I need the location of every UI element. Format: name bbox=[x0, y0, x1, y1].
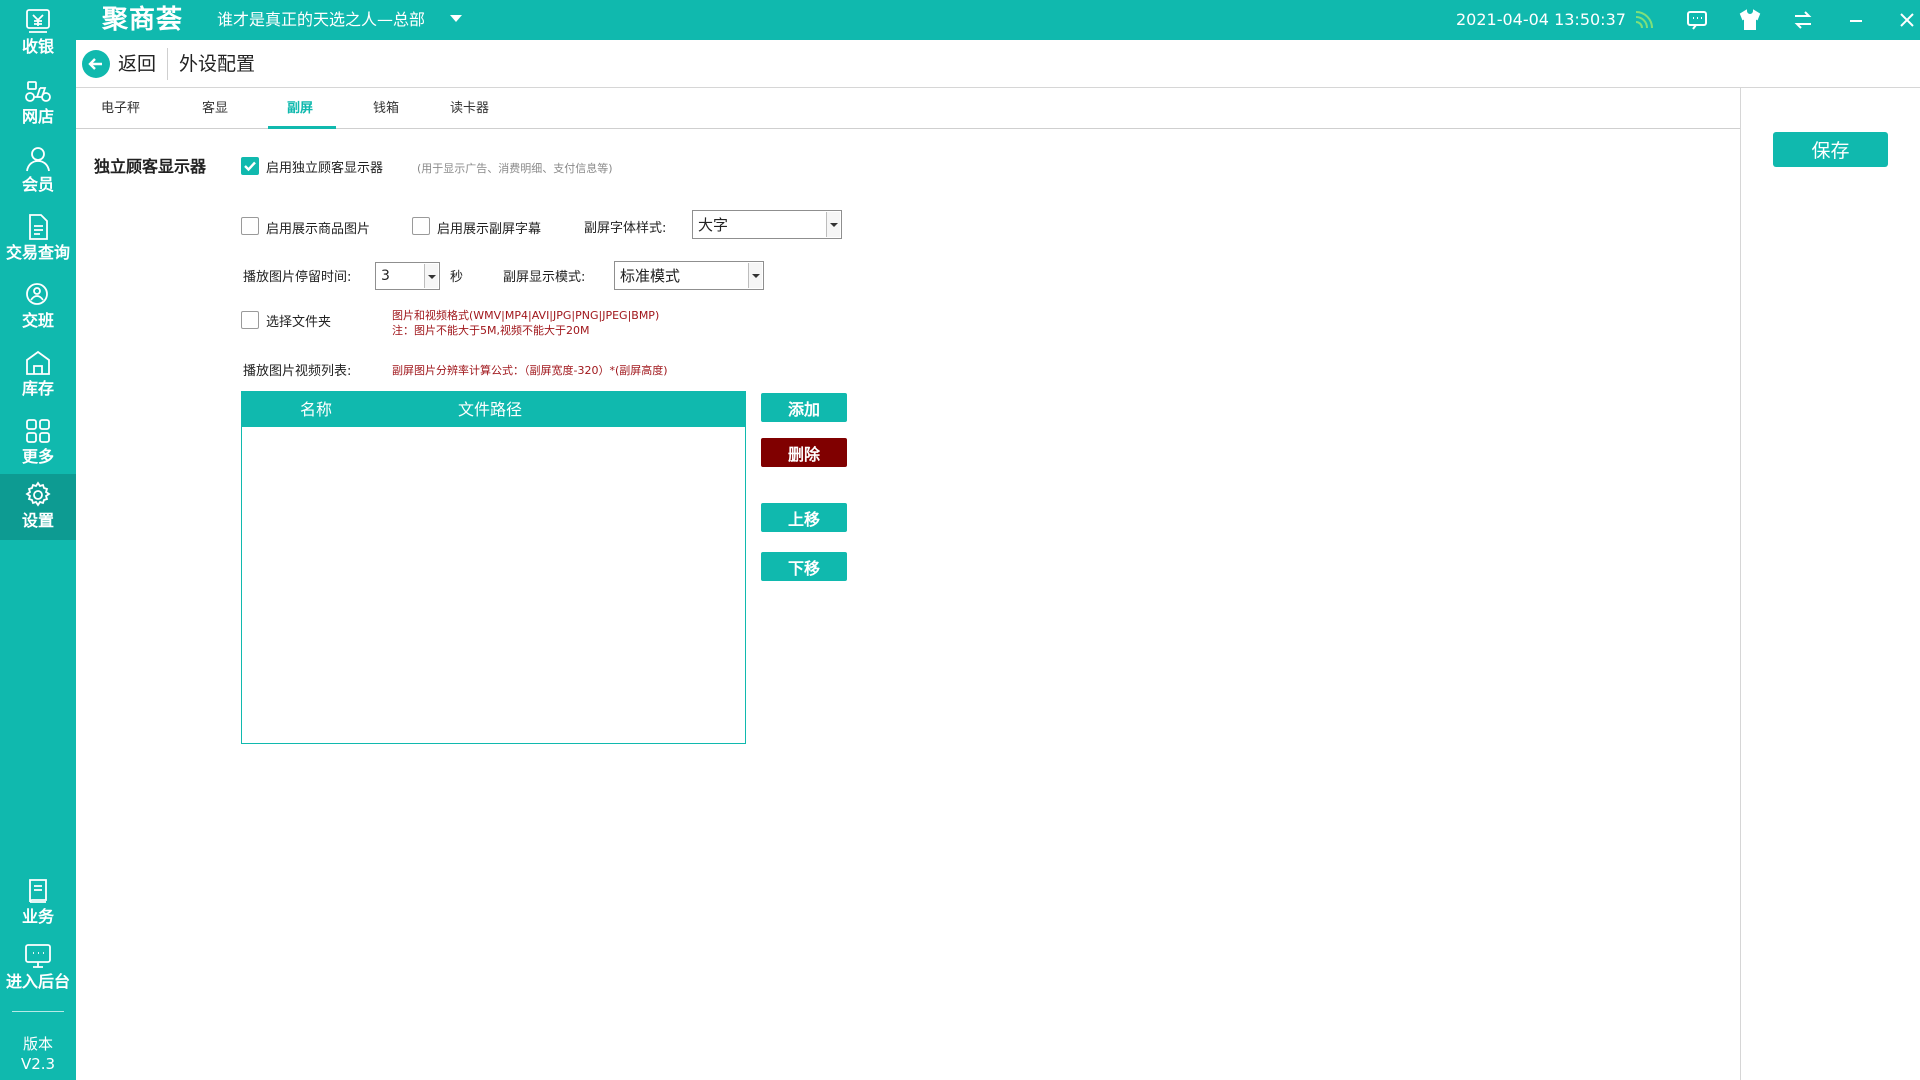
warehouse-icon bbox=[26, 350, 50, 375]
tab-card-reader[interactable]: 读卡器 bbox=[450, 101, 489, 117]
gear-icon bbox=[25, 481, 51, 507]
back-arrow-icon[interactable] bbox=[82, 50, 110, 78]
resolution-formula-note: 副屏图片分辨率计算公式：（副屏宽度-320）*(副屏高度) bbox=[392, 364, 668, 377]
app-logo: 聚商荟 bbox=[102, 5, 184, 35]
dwell-time-select[interactable]: 3 bbox=[375, 262, 440, 290]
version-info: 版本 V2.3 bbox=[0, 1034, 76, 1074]
show-subtitle-label: 启用展示副屏字幕 bbox=[437, 222, 542, 237]
page-title: 外设配置 bbox=[179, 53, 256, 75]
grid-icon bbox=[26, 419, 50, 443]
sidebar-divider bbox=[12, 1011, 64, 1012]
save-button[interactable]: 保存 bbox=[1773, 132, 1888, 167]
add-button[interactable]: 添加 bbox=[761, 393, 847, 422]
minimize-icon[interactable] bbox=[1844, 8, 1868, 32]
chevron-down-icon bbox=[748, 263, 762, 288]
sidebar: 收银 网店 会员 交易查询 交班 库存 更多 设置 业务 进入后台 版本 V2.… bbox=[0, 0, 76, 1080]
font-style-value: 大字 bbox=[698, 216, 729, 234]
dwell-time-label: 播放图片停留时间: bbox=[243, 270, 352, 285]
business-book-icon bbox=[29, 879, 47, 903]
store-dropdown-icon[interactable] bbox=[450, 15, 462, 22]
column-header-name[interactable]: 名称 bbox=[300, 401, 332, 419]
delete-button[interactable]: 删除 bbox=[761, 438, 847, 467]
enable-customer-display-checkbox[interactable] bbox=[241, 157, 259, 175]
section-title: 独立顾客显示器 bbox=[94, 157, 207, 176]
sidebar-item-label: 网店 bbox=[21, 107, 54, 126]
sidebar-item-label: 进入后台 bbox=[5, 972, 70, 991]
playlist-table: 名称 文件路径 bbox=[241, 391, 746, 744]
size-limit-note: 注：图片不能大于5M,视频不能大于20M bbox=[392, 324, 590, 337]
datetime-display: 2021-04-04 13:50:37 bbox=[1456, 10, 1626, 29]
select-folder-label: 选择文件夹 bbox=[266, 315, 332, 330]
cash-register-icon bbox=[26, 9, 50, 33]
version-label: 版本 bbox=[22, 1035, 53, 1053]
move-up-button[interactable]: 上移 bbox=[761, 503, 847, 532]
tab-cash-drawer[interactable]: 钱箱 bbox=[373, 101, 399, 117]
sidebar-item-cashier[interactable]: 收银 bbox=[0, 0, 76, 66]
handover-icon bbox=[26, 283, 48, 305]
chevron-down-icon bbox=[424, 264, 438, 288]
table-body[interactable] bbox=[242, 427, 745, 743]
dwell-time-unit: 秒 bbox=[450, 270, 464, 285]
back-button[interactable]: 返回 bbox=[118, 52, 156, 76]
select-folder-checkbox[interactable] bbox=[241, 311, 259, 329]
sidebar-item-settings[interactable]: 设置 bbox=[0, 474, 76, 540]
display-mode-select[interactable]: 标准模式 bbox=[614, 261, 764, 290]
right-panel-divider bbox=[1740, 88, 1741, 1080]
store-selector[interactable]: 谁才是真正的天选之人—总部 bbox=[217, 9, 425, 31]
switch-icon[interactable] bbox=[1791, 8, 1815, 32]
tab-customer-display[interactable]: 客显 bbox=[202, 101, 228, 117]
font-style-select[interactable]: 大字 bbox=[692, 210, 842, 239]
move-down-button[interactable]: 下移 bbox=[761, 552, 847, 581]
sidebar-item-business[interactable]: 业务 bbox=[0, 870, 76, 936]
font-style-label: 副屏字体样式: bbox=[584, 221, 667, 236]
skin-shirt-icon[interactable] bbox=[1738, 8, 1762, 32]
member-icon bbox=[26, 147, 50, 172]
header-divider bbox=[167, 48, 168, 80]
document-icon bbox=[29, 214, 48, 240]
sidebar-item-more[interactable]: 更多 bbox=[0, 410, 76, 476]
sidebar-item-label: 更多 bbox=[21, 447, 54, 466]
monitor-icon bbox=[25, 944, 51, 968]
sidebar-item-backend[interactable]: 进入后台 bbox=[0, 935, 76, 1001]
sidebar-item-label: 交班 bbox=[21, 311, 54, 330]
chevron-down-icon bbox=[826, 212, 840, 237]
dwell-time-value: 3 bbox=[381, 268, 390, 284]
table-header: 名称 文件路径 bbox=[242, 392, 745, 427]
column-header-path[interactable]: 文件路径 bbox=[458, 401, 522, 419]
sidebar-item-label: 收银 bbox=[21, 37, 54, 56]
format-note: 图片和视频格式(WMV|MP4|AVI|JPG|PNG|JPEG|BMP) bbox=[392, 309, 660, 322]
tab-scale[interactable]: 电子秤 bbox=[101, 101, 140, 117]
sidebar-item-transactions[interactable]: 交易查询 bbox=[0, 206, 76, 272]
enable-hint: (用于显示广告、消费明细、支付信息等) bbox=[417, 162, 613, 175]
show-goods-image-label: 启用展示商品图片 bbox=[266, 222, 371, 237]
playlist-label: 播放图片视频列表: bbox=[243, 364, 352, 379]
display-mode-value: 标准模式 bbox=[620, 267, 681, 285]
wifi-icon bbox=[1632, 8, 1656, 32]
show-subtitle-checkbox[interactable] bbox=[412, 217, 430, 235]
page-header: 返回 外设配置 bbox=[76, 40, 1920, 88]
tab-secondary-screen[interactable]: 副屏 bbox=[287, 101, 313, 117]
sidebar-item-label: 会员 bbox=[21, 175, 54, 194]
sidebar-item-label: 设置 bbox=[21, 511, 54, 530]
version-value: V2.3 bbox=[20, 1055, 56, 1073]
sidebar-item-label: 业务 bbox=[21, 907, 54, 926]
sidebar-item-label: 交易查询 bbox=[5, 243, 70, 262]
message-icon[interactable] bbox=[1685, 8, 1709, 32]
close-icon[interactable] bbox=[1895, 8, 1919, 32]
check-icon bbox=[244, 161, 256, 172]
sidebar-item-inventory[interactable]: 库存 bbox=[0, 342, 76, 408]
delivery-bike-icon bbox=[25, 81, 51, 102]
sidebar-item-member[interactable]: 会员 bbox=[0, 138, 76, 204]
show-goods-image-checkbox[interactable] bbox=[241, 217, 259, 235]
sidebar-item-online-store[interactable]: 网店 bbox=[0, 70, 76, 136]
sidebar-item-handover[interactable]: 交班 bbox=[0, 274, 76, 340]
title-bar: 聚商荟 谁才是真正的天选之人—总部 2021-04-04 13:50:37 bbox=[76, 0, 1920, 40]
tab-bar: 电子秤 客显 副屏 钱箱 读卡器 bbox=[76, 88, 1740, 129]
display-mode-label: 副屏显示模式: bbox=[503, 270, 586, 285]
sidebar-item-label: 库存 bbox=[21, 379, 54, 398]
enable-customer-display-label: 启用独立顾客显示器 bbox=[266, 161, 384, 176]
active-tab-indicator bbox=[268, 126, 336, 129]
